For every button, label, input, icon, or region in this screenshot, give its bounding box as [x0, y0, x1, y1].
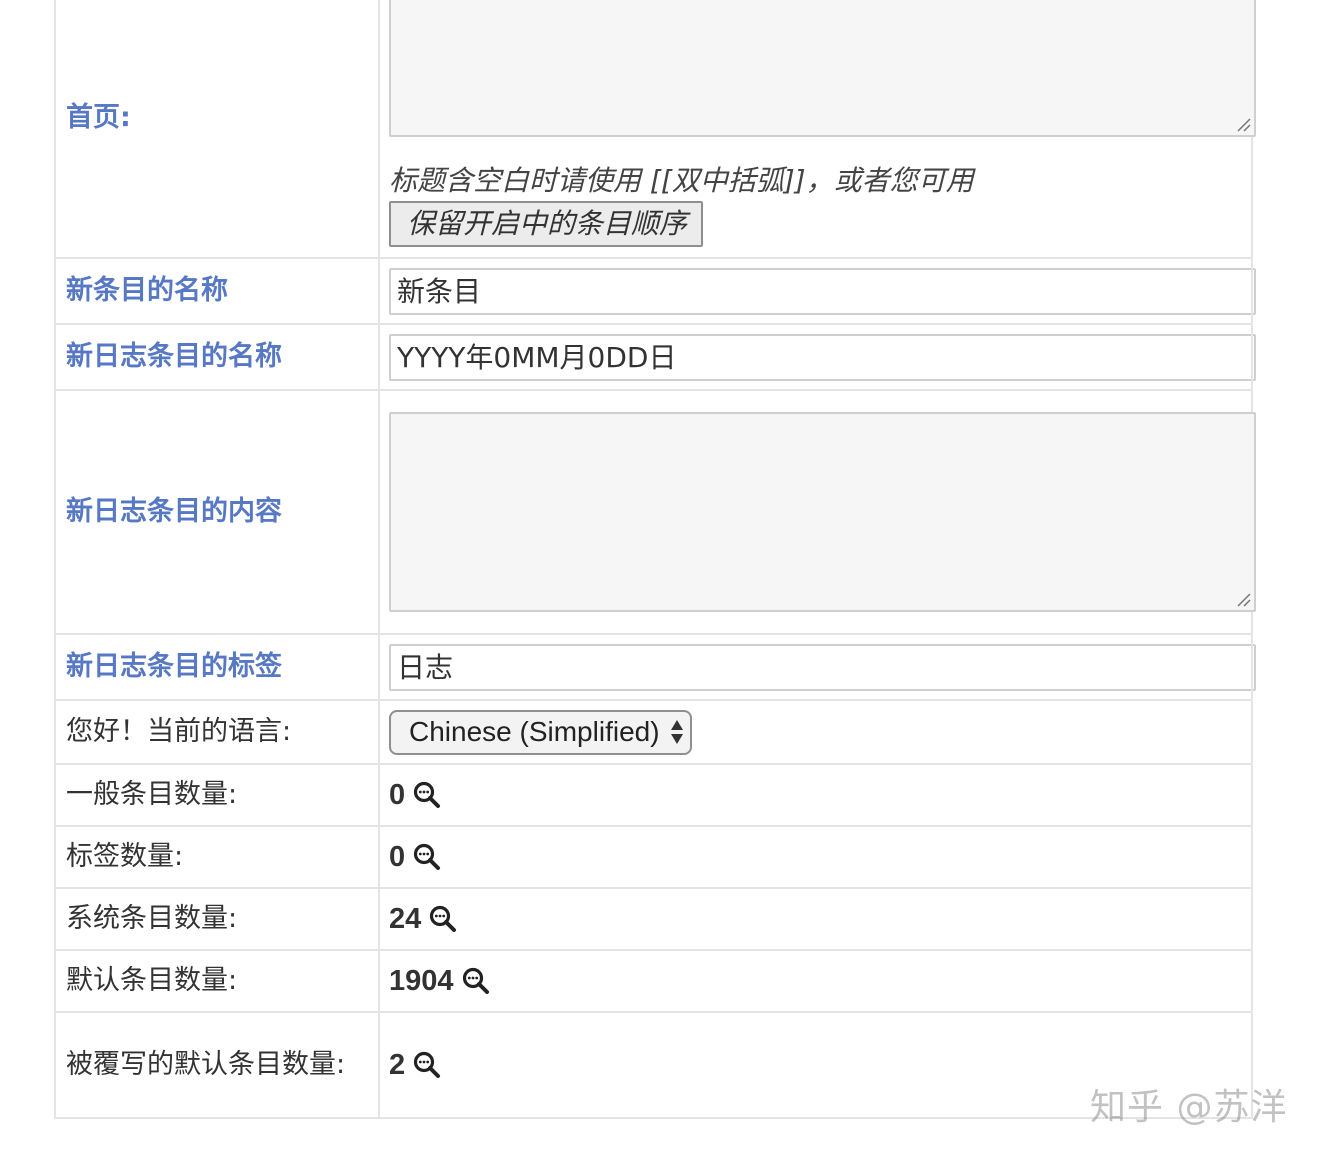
new-journal-tags-input[interactable]: 日志 — [389, 643, 1256, 691]
keep-open-order-button[interactable]: 保留开启中的条目顺序 — [389, 201, 704, 247]
language-label: 您好！当前的语言: — [66, 716, 292, 747]
system-count-label: 系统条目数量: — [66, 903, 238, 934]
magnifier-ellipsis-icon[interactable] — [413, 843, 441, 871]
ordinary-count-label: 一般条目数量: — [66, 779, 238, 810]
homepage-hint: 标题含空白时请使用 [[双中括弧]]，或者您可用 — [389, 164, 974, 197]
resize-grip-icon[interactable] — [1235, 116, 1251, 132]
new-journal-name-input[interactable]: YYYY年0MM月0DD日 — [389, 333, 1256, 381]
row-new-journal-name: 新日志条目的名称 YYYY年0MM月0DD日 — [54, 323, 1256, 391]
settings-table: 首页: 标题含空白时请使用 [[双中括弧]]，或者您可用 保留开启中的条目顺序 … — [54, 0, 1256, 1119]
row-homepage: 首页: 标题含空白时请使用 [[双中括弧]]，或者您可用 保留开启中的条目顺序 — [54, 0, 1256, 259]
homepage-label-cell: 首页: — [54, 0, 380, 259]
row-ordinary-count: 一般条目数量: 0 — [54, 763, 1253, 827]
system-count-value: 24 — [389, 903, 457, 936]
magnifier-ellipsis-icon[interactable] — [429, 905, 457, 933]
new-journal-tags-value-cell: 日志 — [378, 633, 1256, 701]
new-entry-name-value-cell: 新条目 — [378, 257, 1256, 325]
ordinary-count-value-cell: 0 — [378, 763, 1253, 827]
row-tag-count: 标签数量: 0 — [54, 825, 1253, 889]
row-new-entry-name: 新条目的名称 新条目 — [54, 257, 1256, 325]
ordinary-count-label-cell: 一般条目数量: — [54, 763, 380, 827]
homepage-value-cell: 标题含空白时请使用 [[双中括弧]]，或者您可用 保留开启中的条目顺序 — [378, 0, 1256, 259]
overridden-count-number: 2 — [389, 1048, 406, 1081]
tag-count-number: 0 — [389, 840, 406, 873]
ordinary-count-value: 0 — [389, 779, 441, 812]
homepage-textarea[interactable] — [389, 0, 1256, 137]
row-language: 您好！当前的语言: Chinese (Simplified) — [54, 699, 1253, 765]
language-select-value: Chinese (Simplified) — [409, 716, 660, 747]
row-new-journal-tags: 新日志条目的标签 日志 — [54, 633, 1256, 701]
new-journal-content-label-cell: 新日志条目的内容 — [54, 389, 380, 635]
tag-count-label-cell: 标签数量: — [54, 825, 380, 889]
new-journal-name-label-cell: 新日志条目的名称 — [54, 323, 380, 391]
row-default-count: 默认条目数量: 1904 — [54, 949, 1253, 1013]
new-entry-name-input[interactable]: 新条目 — [389, 267, 1256, 315]
new-journal-tags-label[interactable]: 新日志条目的标签 — [66, 651, 282, 682]
updown-arrows-icon — [670, 720, 683, 744]
magnifier-ellipsis-icon[interactable] — [413, 1051, 441, 1079]
new-journal-name-value-cell: YYYY年0MM月0DD日 — [378, 323, 1256, 391]
default-count-value: 1904 — [389, 965, 490, 998]
tag-count-value: 0 — [389, 841, 441, 874]
default-count-label-cell: 默认条目数量: — [54, 949, 380, 1013]
new-journal-name-label[interactable]: 新日志条目的名称 — [66, 341, 282, 372]
tag-count-label: 标签数量: — [66, 841, 184, 872]
system-count-label-cell: 系统条目数量: — [54, 887, 380, 951]
magnifier-ellipsis-icon[interactable] — [462, 967, 490, 995]
resize-grip-icon[interactable] — [1235, 591, 1251, 607]
system-count-value-cell: 24 — [378, 887, 1253, 951]
new-journal-tags-label-cell: 新日志条目的标签 — [54, 633, 380, 701]
language-value-cell: Chinese (Simplified) — [378, 699, 1253, 765]
ordinary-count-number: 0 — [389, 778, 406, 811]
row-system-count: 系统条目数量: 24 — [54, 887, 1253, 951]
overridden-count-label: 被覆写的默认条目数量: — [66, 1049, 346, 1080]
default-count-value-cell: 1904 — [378, 949, 1253, 1013]
language-select[interactable]: Chinese (Simplified) — [389, 709, 692, 755]
default-count-label: 默认条目数量: — [66, 965, 238, 996]
new-entry-name-label[interactable]: 新条目的名称 — [66, 275, 228, 306]
new-entry-name-label-cell: 新条目的名称 — [54, 257, 380, 325]
new-journal-content-label[interactable]: 新日志条目的内容 — [66, 496, 282, 527]
watermark: 知乎 @苏洋 — [1090, 1087, 1288, 1128]
new-journal-content-textarea[interactable] — [389, 412, 1256, 612]
row-overridden-count: 被覆写的默认条目数量: 2 — [54, 1011, 1253, 1119]
overridden-count-label-cell: 被覆写的默认条目数量: — [54, 1011, 380, 1119]
magnifier-ellipsis-icon[interactable] — [413, 781, 441, 809]
default-count-number: 1904 — [389, 964, 454, 997]
language-label-cell: 您好！当前的语言: — [54, 699, 380, 765]
system-count-number: 24 — [389, 902, 422, 935]
new-journal-content-value-cell — [378, 389, 1256, 635]
tag-count-value-cell: 0 — [378, 825, 1253, 889]
row-new-journal-content: 新日志条目的内容 — [54, 389, 1256, 635]
homepage-label[interactable]: 首页: — [66, 96, 378, 140]
overridden-count-value: 2 — [389, 1049, 441, 1082]
